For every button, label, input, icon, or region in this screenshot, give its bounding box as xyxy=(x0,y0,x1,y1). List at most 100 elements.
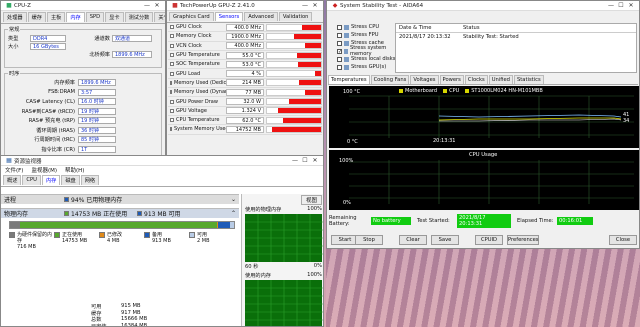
sensor-dropdown-icon[interactable] xyxy=(170,127,172,132)
aida-tab[interactable]: Temperatures xyxy=(328,75,370,84)
resmon-tab[interactable]: 概述 xyxy=(3,175,22,185)
aida-tab[interactable]: Unified xyxy=(488,75,513,84)
cpuz-tab[interactable]: 主板 xyxy=(46,12,66,22)
cpuz-titlebar[interactable]: ■ CPU-Z — ✕ xyxy=(1,1,165,11)
gpuz-tab[interactable]: Graphics Card xyxy=(169,12,214,21)
cpuz-tab[interactable]: 缓存 xyxy=(27,12,46,22)
expand-icon[interactable]: ⌄ xyxy=(231,196,236,203)
clear-button[interactable]: Clear xyxy=(399,235,427,245)
stress-label: Stress CPU xyxy=(351,24,380,30)
chart1-bottom-left: 60 秒 xyxy=(245,264,259,270)
cpuz-tab[interactable]: 显卡 xyxy=(105,12,124,22)
sensor-name-cell: CPU Temperature xyxy=(168,117,226,123)
cpuz-tab[interactable]: 关于 xyxy=(154,12,165,22)
aida-tab[interactable]: Clocks xyxy=(464,75,488,84)
sensor-dropdown-icon[interactable] xyxy=(170,71,174,76)
resmon-tab[interactable]: 磁盘 xyxy=(61,175,80,185)
log-row[interactable]: 2021/8/17 20:13:32 Stability Test: Start… xyxy=(396,33,636,41)
minimize-icon[interactable]: — xyxy=(290,157,300,164)
gpuz-window: ■ TechPowerUp GPU-Z 2.41.0 — ✕ Graphics … xyxy=(166,0,324,162)
cpuz-tab[interactable]: 测试分数 xyxy=(124,12,154,22)
stress-checkbox[interactable] xyxy=(337,56,342,62)
sensor-dropdown-icon[interactable] xyxy=(170,99,174,104)
maximize-icon[interactable]: ☐ xyxy=(300,157,310,164)
stress-checkbox[interactable] xyxy=(337,32,342,38)
stress-option[interactable]: Stress FPU xyxy=(337,31,397,39)
legend-value: 4 MB xyxy=(107,238,120,244)
sensor-dropdown-icon[interactable] xyxy=(170,118,174,123)
legend-check-icon[interactable] xyxy=(443,89,448,93)
legend-item[interactable]: Motherboard xyxy=(399,88,437,94)
sensor-dropdown-icon[interactable] xyxy=(170,53,174,58)
sensor-dropdown-icon[interactable] xyxy=(170,34,174,39)
sensor-dropdown-icon[interactable] xyxy=(170,80,172,85)
legend-check-icon[interactable] xyxy=(465,89,470,93)
sensor-dropdown-icon[interactable] xyxy=(170,62,174,67)
aida-tab[interactable]: Statistics xyxy=(513,75,544,84)
minimize-icon[interactable]: — xyxy=(142,2,152,9)
aida-tab[interactable]: Powers xyxy=(439,75,464,84)
sensor-graph xyxy=(266,125,322,133)
process-section-header[interactable]: 进程 94% 已用物理内存 ⌄ xyxy=(1,194,239,204)
stress-option[interactable]: Stress GPU(s) xyxy=(337,63,397,71)
cpu-usage-grid xyxy=(349,160,634,204)
close-icon[interactable]: ✕ xyxy=(152,2,162,9)
legend-row: 为硬件保留的内存 xyxy=(9,232,54,244)
preferences-button[interactable]: Preferences xyxy=(507,235,539,245)
gpuz-tab[interactable]: Sensors xyxy=(214,12,244,21)
temp-right-value-2: 34 xyxy=(623,118,630,124)
aida-tab[interactable]: Voltages xyxy=(410,75,439,84)
menu-item[interactable]: 帮助(H) xyxy=(65,166,84,174)
memory-section-header[interactable]: 物理内存 14753 MB 正在使用 913 MB 可用 ⌃ xyxy=(1,208,239,218)
close-icon[interactable]: ✕ xyxy=(626,2,636,9)
resmon-tab[interactable]: 网络 xyxy=(80,175,100,185)
stress-option[interactable]: ✓ Stress system memory xyxy=(337,45,397,57)
gpuz-titlebar[interactable]: ■ TechPowerUp GPU-Z 2.41.0 — ✕ xyxy=(167,1,323,11)
save-button[interactable]: Save xyxy=(431,235,459,245)
menu-item[interactable]: 文件(F) xyxy=(5,166,23,174)
close-icon[interactable]: ✕ xyxy=(310,157,320,164)
stress-option[interactable]: Stress CPU xyxy=(337,23,397,31)
stress-checkbox[interactable] xyxy=(337,64,342,70)
memory-section-stat1: 14753 MB 正在使用 xyxy=(71,211,128,218)
stress-checkbox[interactable] xyxy=(337,40,342,46)
view-button[interactable]: 视图 xyxy=(300,195,322,205)
cpu-usage-title: CPU Usage xyxy=(469,152,498,158)
legend-item[interactable]: ST1000LM024 HN-M101MBB xyxy=(465,88,543,94)
desktop-wallpaper-pattern xyxy=(326,245,640,327)
cpuz-tab[interactable]: 内存 xyxy=(66,12,85,22)
sensor-graph-fill xyxy=(288,99,321,105)
legend-item[interactable]: CPU xyxy=(443,88,459,94)
stat-row: 已安装 16384 MB xyxy=(91,323,171,327)
minimize-icon[interactable]: — xyxy=(300,2,310,9)
aida-app-icon: ◆ xyxy=(332,2,338,9)
close-button[interactable]: Close xyxy=(609,235,637,245)
stress-checkbox[interactable]: ✓ xyxy=(337,48,342,54)
aida-titlebar[interactable]: ◆ System Stability Test - AIDA64 — ☐ ✕ xyxy=(327,1,639,11)
sensor-dropdown-icon[interactable] xyxy=(170,25,174,30)
resmon-tab[interactable]: CPU xyxy=(22,175,41,185)
cpuid-button[interactable]: CPUID xyxy=(475,235,503,245)
close-icon[interactable]: ✕ xyxy=(310,2,320,9)
sensor-dropdown-icon[interactable] xyxy=(170,43,174,48)
cpuz-tab[interactable]: 处理器 xyxy=(3,12,27,22)
sensor-dropdown-icon[interactable] xyxy=(170,90,172,95)
aida-tab[interactable]: Cooling Fans xyxy=(370,75,410,84)
stop-button[interactable]: Stop xyxy=(355,235,383,245)
sensor-dropdown-icon[interactable] xyxy=(170,108,174,113)
legend-check-icon[interactable] xyxy=(399,89,403,93)
menu-item[interactable]: 监视器(M) xyxy=(31,166,57,174)
cpuz-type-label: 类型 xyxy=(8,35,19,42)
minimize-icon[interactable]: — xyxy=(606,2,616,9)
stress-option[interactable]: Stress local disks xyxy=(337,55,397,63)
maximize-icon[interactable]: ☐ xyxy=(616,2,626,9)
resmon-left-pane: 进程 94% 已用物理内存 ⌄ 物理内存 14753 MB 正在使用 913 M… xyxy=(1,194,239,327)
cpuz-tabs: 处理器缓存主板内存SPD显卡测试分数关于 xyxy=(1,11,165,24)
gpuz-tab[interactable]: Advanced xyxy=(244,12,278,21)
resmon-tab[interactable]: 内存 xyxy=(41,175,61,185)
resmon-titlebar[interactable]: ▦ 资源监视器 — ☐ ✕ xyxy=(1,156,323,166)
gpuz-tab[interactable]: Validation xyxy=(278,12,313,21)
stress-checkbox[interactable] xyxy=(337,24,342,30)
collapse-icon[interactable]: ⌃ xyxy=(231,210,236,217)
cpuz-tab[interactable]: SPD xyxy=(85,12,105,22)
